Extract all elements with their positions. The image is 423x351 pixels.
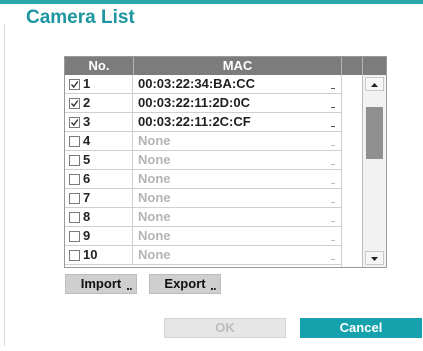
camera-number: 6 [83, 171, 91, 186]
dialog-top-rule [0, 0, 423, 4]
checkbox-unchecked-icon[interactable] [69, 193, 80, 204]
mac-address: None [138, 190, 171, 205]
scroll-down-arrow-icon [371, 257, 378, 261]
checkbox-checked-icon[interactable] [69, 117, 80, 128]
cell-number: 9 [65, 227, 133, 245]
mac-select[interactable]: None [134, 189, 341, 207]
mac-select[interactable]: None [134, 227, 341, 245]
ellipsis-icon [127, 286, 132, 290]
cell-number: 5 [65, 151, 133, 169]
header-divider [341, 57, 342, 75]
export-button-label: Export [164, 276, 206, 291]
checkbox-unchecked-icon[interactable] [69, 155, 80, 166]
import-button-label: Import [80, 276, 122, 291]
mac-address: None [138, 228, 171, 243]
table-row[interactable]: 9 None [65, 227, 341, 246]
checkbox-unchecked-icon[interactable] [69, 231, 80, 242]
checkbox-checked-icon[interactable] [69, 79, 80, 90]
table-row[interactable]: 6 None [65, 170, 341, 189]
table-row[interactable]: 10 None [65, 246, 341, 265]
camera-number: 10 [83, 247, 98, 262]
dialog-title: Camera List [26, 7, 135, 28]
mac-select[interactable]: None [134, 151, 341, 169]
camera-number: 7 [83, 190, 91, 205]
table-row[interactable]: 2 00:03:22:11:2D:0C [65, 94, 341, 113]
cell-number: 3 [65, 113, 133, 131]
blank-column [341, 75, 363, 267]
dialog-left-border [4, 24, 5, 346]
camera-number: 9 [83, 228, 91, 243]
dropdown-indicator-icon [331, 164, 335, 165]
camera-number: 4 [83, 133, 91, 148]
scroll-down-button[interactable] [365, 251, 384, 265]
table-header: No. MAC [65, 57, 386, 75]
mac-address: None [138, 209, 171, 224]
table-row[interactable]: 8 None [65, 208, 341, 227]
dropdown-indicator-icon [331, 88, 335, 89]
dropdown-indicator-icon [331, 259, 335, 260]
vertical-scrollbar[interactable] [362, 75, 386, 267]
mac-select[interactable]: 00:03:22:11:2D:0C [134, 94, 341, 112]
scroll-up-arrow-icon [371, 83, 378, 87]
ellipsis-icon [211, 286, 216, 290]
dropdown-indicator-icon [331, 107, 335, 108]
table-row[interactable]: 7 None [65, 189, 341, 208]
checkbox-unchecked-icon[interactable] [69, 136, 80, 147]
dropdown-indicator-icon [331, 183, 335, 184]
camera-number: 8 [83, 209, 91, 224]
header-divider [362, 57, 363, 75]
mac-select[interactable]: None [134, 170, 341, 188]
cell-number: 1 [65, 75, 133, 93]
camera-number: 1 [83, 76, 91, 91]
cell-number: 7 [65, 189, 133, 207]
dropdown-indicator-icon [331, 145, 335, 146]
camera-number: 2 [83, 95, 91, 110]
camera-table: No. MAC 1 00:03:22:34:BA:CC 2 00:03:22:11:2… [64, 56, 387, 268]
cell-number: 2 [65, 94, 133, 112]
cell-number: 10 [65, 246, 133, 264]
mac-address: None [138, 171, 171, 186]
column-header-no: No. [88, 58, 110, 73]
scrollbar-thumb[interactable] [366, 107, 383, 159]
export-button[interactable]: Export [149, 274, 221, 294]
checkbox-unchecked-icon[interactable] [69, 174, 80, 185]
mac-address: 00:03:22:11:2C:CF [138, 114, 251, 129]
checkbox-unchecked-icon[interactable] [69, 212, 80, 223]
mac-select[interactable]: None [134, 132, 341, 150]
mac-select[interactable]: 00:03:22:34:BA:CC [134, 75, 341, 93]
camera-number: 5 [83, 152, 91, 167]
mac-select[interactable]: 00:03:22:11:2C:CF [134, 113, 341, 131]
table-row[interactable]: 1 00:03:22:34:BA:CC [65, 75, 341, 94]
cell-number: 4 [65, 132, 133, 150]
scroll-up-button[interactable] [365, 77, 384, 91]
cell-number: 8 [65, 208, 133, 226]
checkbox-checked-icon[interactable] [69, 98, 80, 109]
mac-select[interactable]: None [134, 208, 341, 226]
table-row[interactable]: 4 None [65, 132, 341, 151]
mac-select[interactable]: None [134, 246, 341, 264]
table-row[interactable]: 3 00:03:22:11:2C:CF [65, 113, 341, 132]
checkbox-unchecked-icon[interactable] [69, 250, 80, 261]
cell-number: 6 [65, 170, 133, 188]
cancel-button[interactable]: Cancel [300, 318, 422, 338]
dropdown-indicator-icon [331, 202, 335, 203]
dropdown-indicator-icon [331, 126, 335, 127]
dropdown-indicator-icon [331, 240, 335, 241]
column-header-mac: MAC [222, 58, 253, 73]
mac-address: None [138, 133, 171, 148]
mac-address: None [138, 247, 171, 262]
dropdown-indicator-icon [331, 221, 335, 222]
camera-number: 3 [83, 114, 91, 129]
ok-button[interactable]: OK [164, 318, 286, 338]
import-button[interactable]: Import [65, 274, 137, 294]
mac-address: None [138, 152, 171, 167]
mac-address: 00:03:22:11:2D:0C [138, 95, 251, 110]
table-row[interactable]: 5 None [65, 151, 341, 170]
mac-address: 00:03:22:34:BA:CC [138, 76, 256, 91]
